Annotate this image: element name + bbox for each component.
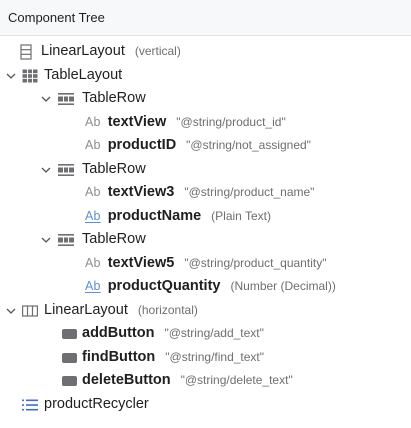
tree-node-label: addButton "@string/add_text" [82, 322, 264, 346]
tree-node-productquantity[interactable]: Ab productQuantity (Number (Decimal)) [0, 275, 411, 299]
node-attr: (vertical) [134, 44, 181, 58]
chevron-down-icon[interactable] [40, 93, 52, 105]
table-row-icon [58, 162, 74, 178]
node-attr: "@string/product_quantity" [184, 255, 327, 270]
tree-node-label: Ab textView5 "@string/product_quantity" [85, 252, 326, 276]
tree-node-tablerow-1[interactable]: TableRow [0, 87, 411, 111]
node-name: productRecycler [44, 395, 149, 412]
edittext-icon: Ab [85, 208, 101, 223]
tree-node-label: Ab productID "@string/not_assigned" [85, 134, 311, 158]
tree-node-label: Ab productQuantity (Number (Decimal)) [85, 275, 336, 299]
tree-node-productid[interactable]: Ab productID "@string/not_assigned" [0, 134, 411, 158]
node-name: addButton [82, 325, 155, 341]
node-name: productQuantity [107, 278, 221, 294]
chevron-down-icon[interactable] [5, 305, 17, 317]
chevron-down-icon[interactable] [5, 70, 17, 82]
node-attr: "@string/product_name" [184, 185, 315, 199]
tree-node-label: TableRow [82, 87, 146, 111]
tree-node-label: TableRow [82, 228, 146, 252]
tree-node-productrecycler[interactable]: productRecycler [0, 393, 411, 417]
tree-node-deletebutton[interactable]: deleteButton "@string/delete_text" [0, 369, 411, 393]
linear-vertical-icon [18, 44, 34, 60]
node-name: textView [107, 113, 167, 130]
button-icon [61, 326, 77, 342]
node-name: LinearLayout [41, 43, 125, 59]
node-attr: "@string/product_id" [176, 114, 286, 129]
textview-icon: Ab [85, 185, 101, 199]
node-name: textView3 [107, 184, 175, 200]
node-attr: (Plain Text) [211, 208, 271, 223]
tree-node-label: LinearLayout (horizontal) [44, 299, 198, 323]
tree-node-label: Ab productName (Plain Text) [85, 205, 271, 229]
tree-node-textview[interactable]: Ab textView "@string/product_id" [0, 111, 411, 135]
node-attr: (horizontal) [137, 302, 198, 317]
tree-node-tablerow-2[interactable]: TableRow [0, 158, 411, 182]
tree-node-findbutton[interactable]: findButton "@string/find_text" [0, 346, 411, 370]
linear-horizontal-icon [22, 303, 38, 319]
node-attr: (Number (Decimal)) [230, 279, 336, 293]
node-name: TableRow [82, 231, 146, 247]
tree-node-label: LinearLayout (vertical) [41, 40, 181, 64]
chevron-down-icon[interactable] [40, 164, 52, 176]
node-name: textView5 [107, 254, 175, 271]
panel-header: Component Tree [0, 0, 411, 36]
node-name: productID [107, 137, 177, 153]
node-name: findButton [82, 348, 156, 365]
node-attr: "@string/find_text" [165, 349, 265, 364]
tree-node-label: Ab textView3 "@string/product_name" [85, 181, 314, 205]
tree-node-label: deleteButton "@string/delete_text" [82, 369, 293, 393]
tree-node-label: findButton "@string/find_text" [82, 346, 264, 370]
button-icon [61, 373, 77, 389]
tree-node-textview5[interactable]: Ab textView5 "@string/product_quantity" [0, 252, 411, 276]
tree-node-button-linearlayout[interactable]: LinearLayout (horizontal) [0, 299, 411, 323]
button-icon [61, 350, 77, 366]
table-layout-icon [22, 68, 38, 84]
recyclerview-icon [22, 397, 38, 413]
chevron-down-icon[interactable] [40, 234, 52, 246]
tree-node-textview3[interactable]: Ab textView3 "@string/product_name" [0, 181, 411, 205]
textview-icon: Ab [85, 255, 101, 270]
tree-node-productname[interactable]: Ab productName (Plain Text) [0, 205, 411, 229]
component-tree: LinearLayout (vertical) TableLayout Tabl… [0, 36, 411, 416]
tree-node-label: Ab textView "@string/product_id" [85, 111, 286, 135]
node-attr: "@string/not_assigned" [186, 138, 311, 152]
node-name: LinearLayout [44, 301, 128, 318]
table-row-icon [58, 91, 74, 107]
node-name: TableRow [82, 90, 146, 106]
textview-icon: Ab [85, 138, 101, 152]
tree-node-label: TableRow [82, 158, 146, 182]
node-name: TableLayout [44, 66, 123, 83]
tree-node-tablelayout[interactable]: TableLayout [0, 64, 411, 88]
textview-icon: Ab [85, 114, 101, 129]
tree-node-label: TableLayout [44, 64, 122, 88]
panel-title: Component Tree [8, 10, 105, 25]
tree-node-root-linearlayout[interactable]: LinearLayout (vertical) [0, 40, 411, 64]
component-tree-panel: Component Tree LinearLayout (vertical) T… [0, 0, 411, 428]
table-row-icon [58, 232, 74, 248]
node-name: deleteButton [82, 372, 171, 388]
tree-node-tablerow-3[interactable]: TableRow [0, 228, 411, 252]
node-name: TableRow [82, 160, 146, 177]
edittext-icon: Ab [85, 279, 101, 293]
node-name: productName [107, 207, 202, 224]
node-attr: "@string/add_text" [164, 326, 264, 340]
node-attr: "@string/delete_text" [180, 373, 293, 387]
tree-node-addbutton[interactable]: addButton "@string/add_text" [0, 322, 411, 346]
tree-node-label: productRecycler [44, 393, 149, 417]
